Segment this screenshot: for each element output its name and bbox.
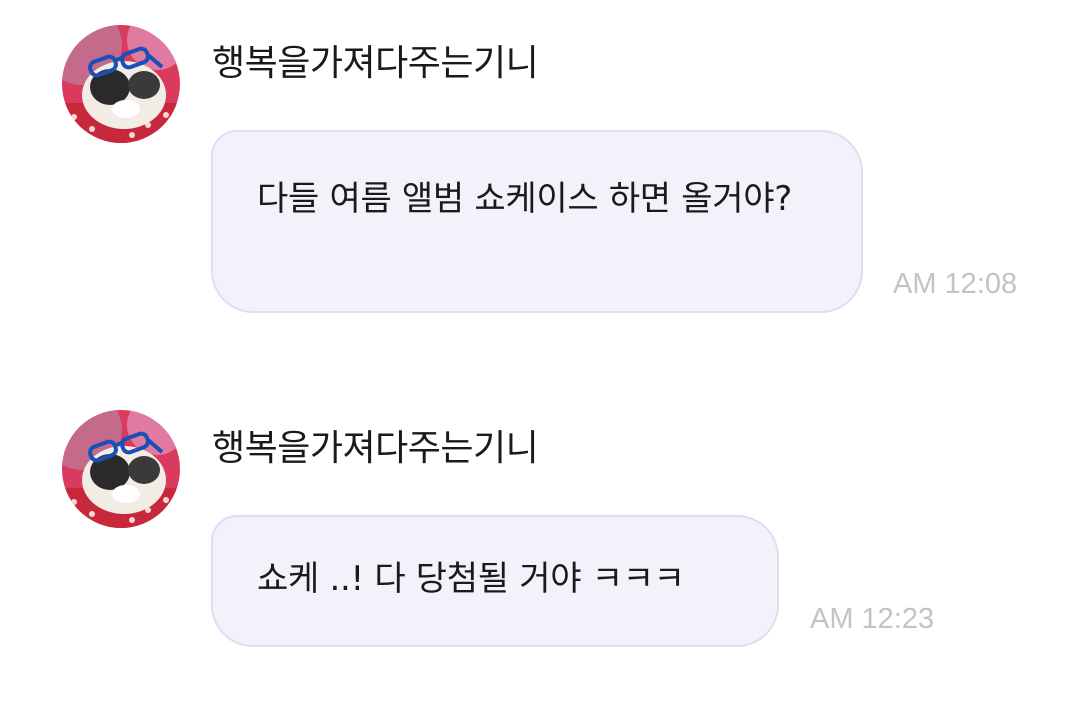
chat-thread: 행복을가져다주는기니 다들 여름 앨범 쇼케이스 하면 올거야? AM 12:0…: [0, 0, 1080, 703]
message-bubble[interactable]: 다들 여름 앨범 쇼케이스 하면 올거야?: [211, 130, 863, 313]
message-timestamp: AM 12:08: [893, 268, 1018, 300]
sender-avatar[interactable]: [62, 25, 180, 143]
guinea-pig-avatar-icon: [62, 25, 180, 143]
guinea-pig-avatar-icon: [62, 410, 180, 528]
sender-avatar[interactable]: [62, 410, 180, 528]
sender-name: 행복을가져다주는기니: [212, 428, 539, 469]
sender-name: 행복을가져다주는기니: [212, 43, 539, 84]
message-bubble[interactable]: 쇼케 ..! 다 당첨될 거야 ㅋㅋㅋ: [211, 515, 779, 647]
message-timestamp: AM 12:23: [810, 603, 935, 635]
